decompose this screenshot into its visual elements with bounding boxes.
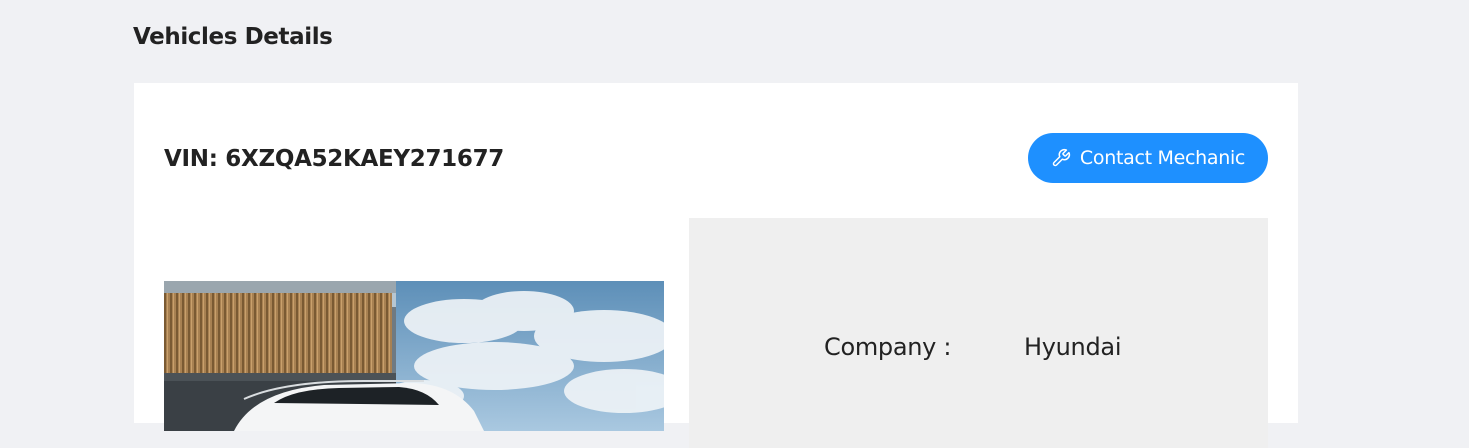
vin-heading: VIN: 6XZQA52KAEY271677	[164, 146, 504, 172]
contact-mechanic-button[interactable]: Contact Mechanic	[1028, 133, 1268, 183]
vehicle-details-panel: Company : Hyundai	[689, 218, 1268, 448]
detail-row-company: Company : Hyundai	[824, 333, 1121, 361]
contact-mechanic-label: Contact Mechanic	[1079, 147, 1246, 169]
wrench-icon	[1051, 148, 1071, 168]
company-label: Company :	[824, 333, 952, 361]
vehicle-details-card: VIN: 6XZQA52KAEY271677 Contact Mechanic	[134, 83, 1298, 448]
company-value: Hyundai	[1024, 333, 1122, 361]
page-title: Vehicles Details	[133, 24, 333, 50]
vehicle-image	[164, 281, 664, 431]
